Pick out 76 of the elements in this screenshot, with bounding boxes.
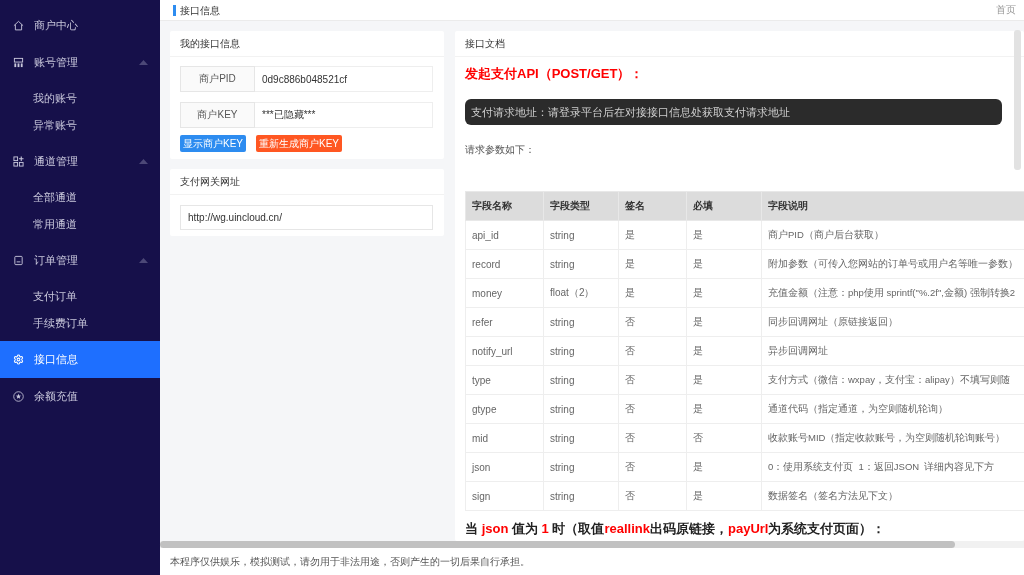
apps-icon (13, 156, 24, 167)
table-cell: 否 (618, 394, 687, 424)
nav-item[interactable]: 订单管理 (0, 242, 160, 279)
table-cell: string (543, 423, 619, 453)
nav-item[interactable]: 账号管理 (0, 44, 160, 81)
sub-nav-item[interactable]: 我的账号 (0, 85, 160, 112)
field-label: 商户KEY (180, 102, 255, 128)
text-field[interactable]: ***已隐藏*** (255, 102, 433, 128)
gear-icon (13, 354, 24, 365)
table-cell: api_id (465, 220, 544, 250)
nav-item[interactable]: 商户中心 (0, 7, 160, 44)
table-cell: 是 (686, 452, 762, 482)
card-title: 支付网关网址 (170, 169, 444, 195)
table-cell: string (543, 220, 619, 250)
table-cell: float（2） (543, 278, 619, 308)
table-cell: record (465, 249, 544, 279)
grid-icon (13, 57, 24, 68)
table-cell: 否 (618, 423, 687, 453)
page-title: 接口信息 (173, 4, 220, 16)
table-cell: string (543, 365, 619, 395)
sub-nav-item[interactable]: 全部通道 (0, 184, 160, 211)
star-circle-icon (13, 391, 24, 402)
table-cell: 是 (686, 307, 762, 337)
table-cell: 否 (618, 365, 687, 395)
scrollbar-thumb[interactable] (1014, 30, 1021, 170)
nav-item[interactable]: 余额充值 (0, 378, 160, 415)
table-cell: 是 (686, 249, 762, 279)
table-cell: 否 (618, 307, 687, 337)
table-cell: string (543, 394, 619, 424)
table-cell: json (465, 452, 544, 482)
document-icon (13, 255, 24, 266)
table-cell: 否 (618, 452, 687, 482)
table-cell: notify_url (465, 336, 544, 366)
table-cell: string (543, 249, 619, 279)
table-cell: sign (465, 481, 544, 511)
table-cell: 否 (618, 336, 687, 366)
column-header: 必填 (686, 191, 762, 221)
column-header: 字段说明 (761, 191, 1024, 221)
table-cell: 是 (686, 220, 762, 250)
sub-nav-item[interactable]: 常用通道 (0, 211, 160, 238)
home-icon (13, 20, 24, 31)
table-cell: 是 (618, 220, 687, 250)
column-header: 字段类型 (543, 191, 619, 221)
table-cell: string (543, 336, 619, 366)
column-header: 字段名称 (465, 191, 544, 221)
table-cell: 是 (686, 278, 762, 308)
table-cell: type (465, 365, 544, 395)
field-label: 商户PID (180, 66, 255, 92)
sub-nav-item[interactable]: 支付订单 (0, 283, 160, 310)
nav-item[interactable]: 通道管理 (0, 143, 160, 180)
table-cell: gtype (465, 394, 544, 424)
api-heading: 发起支付API（POST/GET）： (465, 65, 645, 83)
note-heading: 当 json 值为 1 时（取值reallink出码原链接，payUrl为系统支付页面）： (465, 520, 887, 538)
table-cell: money (465, 278, 544, 308)
table-cell: 是 (686, 336, 762, 366)
url-field[interactable]: http://wg.uincloud.cn/ (180, 205, 433, 230)
table-cell: 否 (618, 481, 687, 511)
table-cell: 是 (618, 278, 687, 308)
card-title: 我的接口信息 (170, 31, 444, 57)
table-cell: 是 (686, 394, 762, 424)
table-cell: 是 (686, 365, 762, 395)
table-cell: string (543, 481, 619, 511)
params-intro: 请求参数如下： (465, 143, 536, 157)
code-block: 支付请求地址：请登录平台后在对接接口信息处获取支付请求地址 (465, 99, 1002, 125)
nav-item[interactable]: 接口信息 (0, 341, 160, 378)
table-cell: string (543, 307, 619, 337)
column-header: 签名 (618, 191, 687, 221)
sub-nav-item[interactable]: 手续费订单 (0, 310, 160, 337)
sub-nav-item[interactable]: 异常账号 (0, 112, 160, 139)
table-cell: 否 (686, 423, 762, 453)
table-cell: mid (465, 423, 544, 453)
text-field[interactable]: 0d9c886b048521cf (255, 66, 433, 92)
table-cell: 是 (686, 481, 762, 511)
table-cell: 是 (618, 249, 687, 279)
table-cell: refer (465, 307, 544, 337)
table-cell: string (543, 452, 619, 482)
